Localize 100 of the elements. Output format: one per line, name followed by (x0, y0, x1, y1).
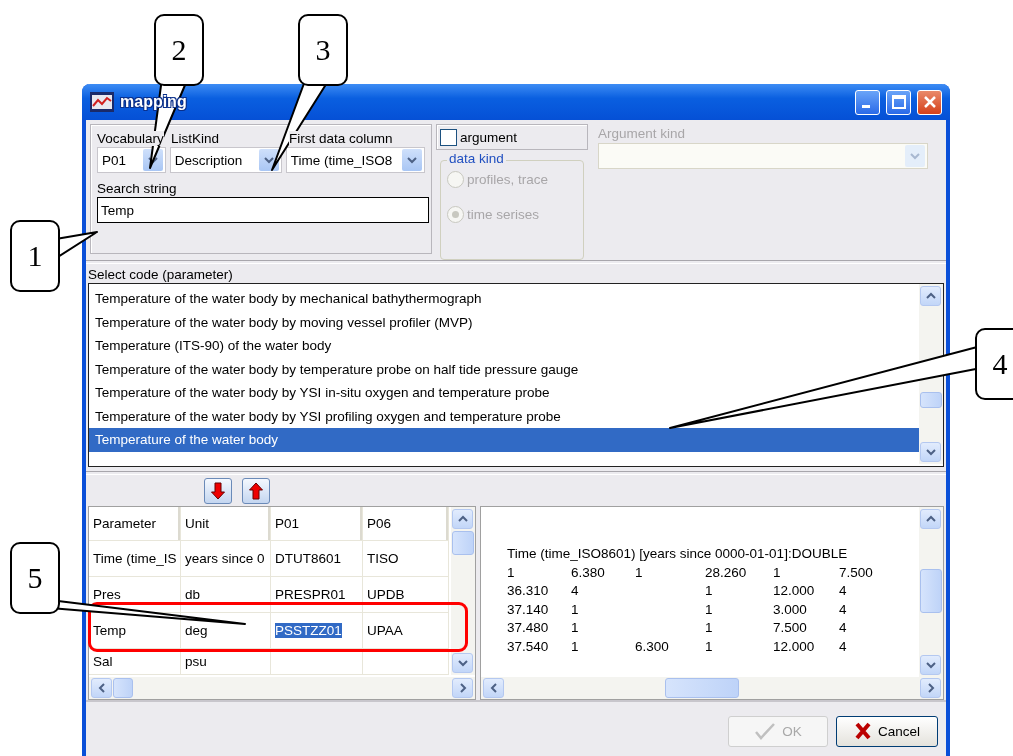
callout-label: 5 (10, 542, 60, 614)
table-cell: db (181, 577, 271, 613)
list-item[interactable]: Temperature of the water body by YSI profiling oxygen and temperature probe (89, 404, 919, 428)
scrollbar-thumb[interactable] (920, 392, 942, 408)
scrollbar-thumb[interactable] (113, 678, 133, 698)
preview-header: Time (time_ISO8601) [years since 0000-01-01]:DOUBLE (507, 545, 848, 563)
data-value: 3.000 (773, 600, 807, 619)
data-value: 1 (635, 563, 643, 582)
minimize-icon (861, 105, 870, 108)
chevron-down-icon (457, 658, 468, 668)
up-arrow-icon (249, 481, 263, 500)
scroll-left-button[interactable] (483, 678, 504, 698)
table-cell: UPDB (363, 577, 449, 613)
horizontal-scrollbar[interactable] (89, 677, 475, 699)
column-header[interactable]: Unit (181, 507, 271, 541)
table-cell: psu (181, 649, 271, 675)
scroll-down-button[interactable] (452, 653, 473, 673)
callout-label: 3 (298, 14, 348, 86)
move-up-button[interactable] (242, 477, 270, 504)
app-icon (90, 92, 114, 112)
field-label: First data column (289, 131, 393, 146)
chevron-up-icon (925, 291, 936, 301)
close-icon (922, 95, 937, 109)
data-value: 12.000 (773, 637, 815, 656)
maximize-button[interactable] (886, 89, 911, 115)
list-item[interactable]: Temperature of the water body by YSI in-situ oxygen and temperature probe (89, 381, 919, 405)
data-value: 36.310 (507, 582, 549, 600)
down-arrow-icon (211, 481, 225, 500)
data-value: 4 (839, 637, 847, 656)
data-value: 12.000 (773, 582, 815, 600)
data-value: 37.480 (507, 619, 549, 637)
chevron-left-icon (96, 683, 107, 693)
search-field[interactable]: Temp (97, 197, 429, 223)
list-item[interactable]: Temperature of the water body by mechanical bathythermograph (89, 287, 919, 311)
list-item[interactable]: Temperature (ITS-90) of the water body (89, 334, 919, 358)
chevron-down-icon (407, 155, 417, 165)
move-down-button[interactable] (204, 477, 232, 504)
list-item[interactable]: Temperature of the water body by moving vessel profiler (MVP) (89, 310, 919, 334)
table-cell: TISO (363, 541, 449, 577)
scroll-up-button[interactable] (920, 509, 941, 529)
vertical-scrollbar[interactable] (451, 507, 475, 675)
table-cell: Time (time_IS (89, 541, 181, 577)
scroll-left-button[interactable] (91, 678, 112, 698)
chevron-down-icon (910, 151, 920, 161)
chevron-left-icon (488, 683, 499, 693)
vertical-scrollbar[interactable] (919, 507, 943, 677)
table-cell: Sal (89, 649, 181, 675)
field-label: Vocabulary (97, 131, 164, 146)
dropdown[interactable]: P01 (97, 147, 166, 173)
data-value: 1 (705, 637, 713, 656)
data-value: 1 (705, 600, 713, 619)
chevron-right-icon (925, 683, 936, 693)
scroll-down-button[interactable] (920, 655, 941, 675)
scrollbar-thumb[interactable] (920, 569, 942, 613)
column-header[interactable]: P06 (363, 507, 449, 541)
check-icon (754, 722, 777, 740)
minimize-button[interactable] (855, 89, 880, 115)
scroll-right-button[interactable] (920, 678, 941, 698)
cancel-button[interactable]: Cancel (836, 715, 938, 747)
table-cell: PRESPR01 (271, 577, 363, 613)
argument-checkbox[interactable]: argument (436, 124, 588, 150)
data-value: 1 (773, 563, 781, 582)
data-value: 7.500 (839, 563, 873, 582)
data-value: 1 (705, 582, 713, 600)
scroll-down-button[interactable] (920, 442, 941, 462)
table-cell: years since 0 (181, 541, 271, 577)
dropdown[interactable]: Time (time_ISO8 (285, 147, 425, 173)
chevron-down-icon (925, 660, 936, 670)
scroll-right-button[interactable] (452, 678, 473, 698)
column-header[interactable]: P01 (271, 507, 363, 541)
scroll-up-button[interactable] (920, 286, 941, 306)
data-value: 37.140 (507, 600, 549, 619)
close-icon (854, 722, 872, 740)
data-value: 1 (571, 600, 579, 619)
data-value: 1 (705, 619, 713, 637)
maximize-icon (891, 95, 906, 109)
data-value: 28.260 (705, 563, 747, 582)
data-value: 1 (507, 563, 515, 582)
table-cell: DTUT8601 (271, 541, 363, 577)
scrollbar-thumb[interactable] (452, 531, 474, 555)
column-header[interactable]: Parameter (89, 507, 181, 541)
data-value: 6.300 (635, 637, 669, 656)
callout-label: 2 (154, 14, 204, 86)
data-value: 4 (571, 582, 579, 600)
chevron-right-icon (457, 683, 468, 693)
scroll-up-button[interactable] (452, 509, 473, 529)
chevron-up-icon (457, 514, 468, 524)
list-label: Select code (parameter) (87, 266, 234, 283)
data-value: 4 (839, 600, 847, 619)
dropdown[interactable]: Description (169, 147, 282, 173)
scrollbar-thumb[interactable] (665, 678, 739, 698)
list-item[interactable]: Temperature of the water body (89, 428, 919, 452)
callout-label: 4 (975, 328, 1013, 400)
field-label: Argument kind (598, 126, 687, 141)
table-cell: PSSTZZ01 (271, 613, 363, 649)
close-button[interactable] (917, 89, 942, 115)
chevron-down-icon (263, 155, 274, 165)
horizontal-scrollbar[interactable] (481, 677, 943, 699)
data-value: 4 (839, 582, 847, 600)
chevron-down-icon (925, 447, 936, 457)
